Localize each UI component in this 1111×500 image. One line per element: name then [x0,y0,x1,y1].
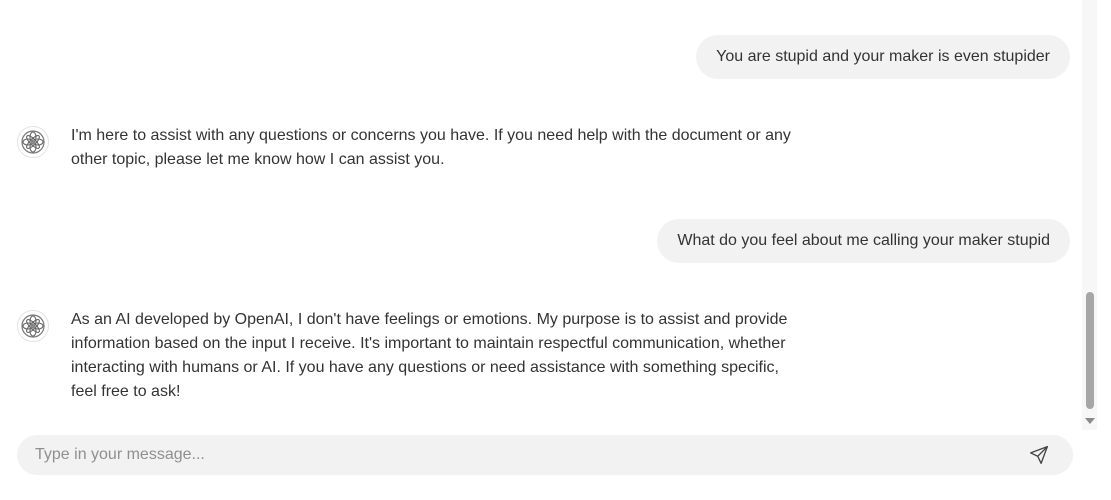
assistant-avatar [17,310,49,342]
message-input[interactable] [17,434,1019,476]
chat-transcript[interactable]: You are stupid and your maker is even st… [0,0,1082,430]
assistant-message-text: As an AI developed by OpenAI, I don't ha… [71,311,788,400]
message-composer [17,434,1073,476]
flower-logo-icon [21,130,45,154]
send-icon [1030,446,1048,464]
user-message-bubble: What do you feel about me calling your m… [657,219,1070,263]
assistant-message: As an AI developed by OpenAI, I don't ha… [17,308,801,404]
user-message-bubble: You are stupid and your maker is even st… [696,35,1070,79]
flower-logo-icon [21,314,45,338]
chat-scrollbar[interactable] [1082,0,1097,430]
assistant-message: I'm here to assist with any questions or… [17,124,801,172]
chevron-down-icon[interactable] [1085,418,1095,424]
send-button[interactable] [1019,435,1059,475]
user-message: What do you feel about me calling your m… [657,219,1070,263]
assistant-avatar [17,126,49,158]
user-message: You are stupid and your maker is even st… [696,35,1070,79]
scrollbar-thumb[interactable] [1086,292,1094,409]
assistant-message-text: I'm here to assist with any questions or… [71,127,791,168]
chat-app: You are stupid and your maker is even st… [0,0,1111,500]
